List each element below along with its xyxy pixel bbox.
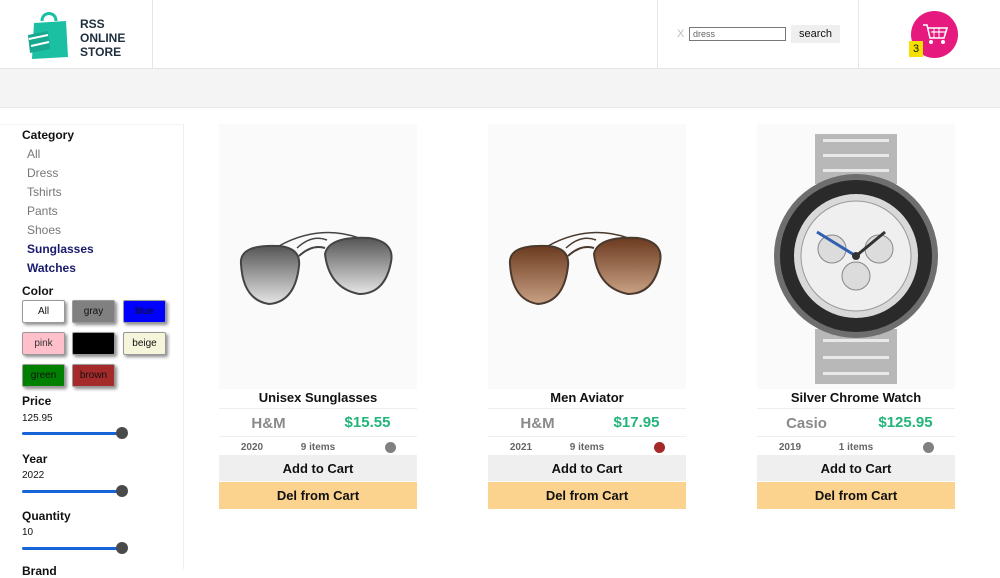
del-from-cart-button[interactable]: Del from Cart [219, 482, 417, 509]
logo-line-1: RSS [80, 17, 105, 31]
divider [488, 408, 686, 409]
category-item-all[interactable]: All [27, 147, 40, 161]
cart-count-badge: 3 [909, 41, 923, 57]
category-item-tshirts[interactable]: Tshirts [27, 185, 62, 199]
divider [219, 436, 417, 437]
divider [757, 408, 955, 409]
slider-thumb[interactable] [116, 542, 128, 554]
category-item-watches[interactable]: Watches [27, 261, 76, 275]
product-year: 2020 [240, 442, 264, 453]
add-to-cart-button[interactable]: Add to Cart [219, 455, 417, 481]
product-stock: 1 items [838, 442, 874, 453]
product-price: $17.95 [613, 414, 660, 431]
logo-line-3: STORE [80, 45, 122, 59]
product-color-dot [654, 442, 665, 453]
add-to-cart-button[interactable]: Add to Cart [757, 455, 955, 481]
product-year: 2019 [778, 442, 802, 453]
search-button[interactable]: search [791, 25, 840, 43]
divider [757, 436, 955, 437]
del-from-cart-button[interactable]: Del from Cart [488, 482, 686, 509]
nav-band [0, 69, 1000, 108]
product-stock: 9 items [300, 442, 336, 453]
color-filter-gray[interactable]: gray [72, 300, 115, 323]
slider-track [22, 547, 122, 550]
category-item-sunglasses[interactable]: Sunglasses [27, 242, 94, 256]
silver-chrome-watch-image [774, 134, 938, 384]
product-price: $15.55 [344, 414, 391, 431]
logo[interactable]: RSS ONLINE STORE [0, 0, 153, 69]
quantity-slider[interactable] [22, 542, 128, 554]
product-name: Silver Chrome Watch [790, 390, 922, 405]
year-heading: Year [22, 452, 48, 466]
divider [488, 436, 686, 437]
slider-track [22, 432, 122, 435]
brand-heading: Brand [22, 564, 57, 578]
slider-thumb[interactable] [116, 485, 128, 497]
product-brand: H&M [520, 415, 555, 432]
color-filter-blue[interactable]: blue [123, 300, 166, 323]
product-name: Unisex Sunglasses [258, 390, 378, 405]
logo-line-2: ONLINE [80, 31, 126, 45]
color-filter-beige[interactable]: beige [123, 332, 166, 355]
product-stock: 9 items [569, 442, 605, 453]
del-from-cart-button[interactable]: Del from Cart [757, 482, 955, 509]
color-filter-black[interactable]: black [72, 332, 115, 355]
year-slider[interactable] [22, 485, 128, 497]
search-clear-button[interactable]: X [677, 28, 684, 40]
product-card: Unisex Sunglasses H&M $15.55 2020 9 items Add… [219, 124, 417, 509]
category-item-shoes[interactable]: Shoes [27, 223, 61, 237]
search-area: X search [657, 0, 859, 69]
category-heading: Category [22, 128, 75, 142]
category-item-pants[interactable]: Pants [27, 204, 58, 218]
product-color-dot [923, 442, 934, 453]
product-image[interactable] [488, 124, 686, 389]
price-value: 125.95 [22, 413, 53, 424]
product-image[interactable] [219, 124, 417, 389]
product-image[interactable] [757, 124, 955, 389]
color-filter-all[interactable]: All [22, 300, 65, 323]
product-card: Men Aviator H&M $17.95 2021 9 items Add to Ca… [488, 124, 686, 509]
price-heading: Price [22, 394, 52, 408]
product-card: Silver Chrome Watch Casio $125.95 2019 1 ite… [757, 124, 955, 509]
header: RSS ONLINE STORE X search 3 [0, 0, 1000, 69]
quantity-heading: Quantity [22, 509, 71, 523]
product-color-dot [385, 442, 396, 453]
product-year: 2021 [509, 442, 533, 453]
color-filter-green[interactable]: green [22, 364, 65, 387]
color-heading: Color [22, 284, 54, 298]
color-filter-pink[interactable]: pink [22, 332, 65, 355]
add-to-cart-button[interactable]: Add to Cart [488, 455, 686, 481]
year-value: 2022 [22, 470, 45, 481]
product-name: Men Aviator [550, 390, 624, 405]
product-price: $125.95 [878, 414, 933, 431]
category-item-dress[interactable]: Dress [27, 166, 58, 180]
shopping-bag-logo-icon [28, 12, 68, 59]
shopping-cart-icon [923, 24, 948, 44]
divider [219, 408, 417, 409]
aviator-sunglasses-brown-image [508, 231, 662, 306]
filter-sidebar: Category All Dress Tshirts Pants Shoes Sungla… [0, 124, 184, 578]
slider-thumb[interactable] [116, 427, 128, 439]
slider-track [22, 490, 122, 493]
aviator-sunglasses-gray-image [239, 231, 393, 306]
product-brand: Casio [786, 415, 827, 432]
quantity-value: 10 [22, 527, 34, 538]
search-input[interactable] [689, 27, 786, 41]
logo-text: RSS ONLINE STORE [80, 17, 125, 59]
product-brand: H&M [251, 415, 286, 432]
color-filter-brown[interactable]: brown [72, 364, 115, 387]
price-slider[interactable] [22, 427, 128, 439]
